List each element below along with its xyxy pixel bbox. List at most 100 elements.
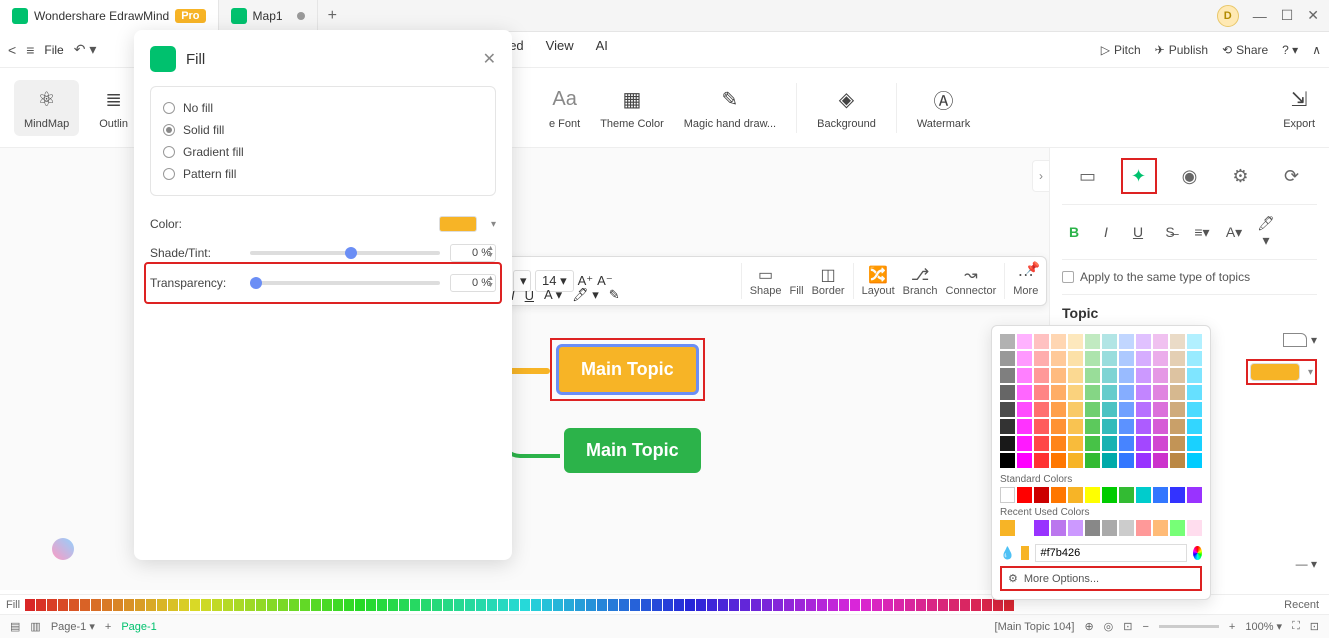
clear-format-icon[interactable]: ✎ — [609, 287, 620, 303]
fill-color-button[interactable] — [1250, 363, 1300, 381]
highlight-icon-2[interactable]: 🖊▾ — [1254, 215, 1278, 249]
more-options-button[interactable]: ⚙ More Options... — [1000, 566, 1202, 591]
title-bar: Wondershare EdrawMind Pro Map1 + D — ☐ ✕ — [0, 0, 1329, 32]
main-topic-1[interactable]: Main Topic — [556, 344, 699, 395]
color-dropdown-icon[interactable]: ▾ — [491, 219, 496, 230]
back-icon[interactable]: < — [8, 42, 16, 58]
status-icon-2[interactable]: ◎ — [1104, 620, 1114, 633]
fill-button[interactable]: Fill — [790, 265, 804, 297]
bold-icon[interactable]: B — [1062, 224, 1086, 240]
main-topic-2[interactable]: Main Topic — [564, 428, 701, 473]
fill-popup-logo-icon — [150, 46, 176, 72]
transparency-slider[interactable] — [250, 281, 440, 285]
apply-same-type-checkbox[interactable]: Apply to the same type of topics — [1062, 260, 1317, 295]
standard-color-row[interactable] — [1000, 487, 1202, 503]
watermark-button[interactable]: ⒶWatermark — [917, 86, 970, 130]
file-menu[interactable]: File — [44, 43, 63, 57]
corner-select[interactable]: ▾ — [1283, 333, 1317, 347]
underline-icon[interactable]: U — [525, 288, 534, 303]
zoom-out-icon[interactable]: − — [1142, 621, 1148, 633]
fill-popup-close-icon[interactable]: ✕ — [483, 49, 496, 69]
theme-color-grid[interactable] — [1000, 334, 1202, 468]
recent-color-row[interactable] — [1000, 520, 1202, 536]
font-color-icon[interactable]: A ▾ — [544, 287, 562, 303]
radio-no-fill[interactable]: No fill — [163, 97, 483, 119]
zoom-value[interactable]: 100% ▾ — [1245, 620, 1282, 633]
underline-icon-2[interactable]: U — [1126, 224, 1150, 240]
color-wheel-icon[interactable] — [1193, 546, 1202, 560]
standard-colors-label: Standard Colors — [1000, 474, 1202, 485]
mindmap-button[interactable]: ⚛MindMap — [14, 80, 79, 136]
page-tab-1[interactable]: Page-1 — [121, 621, 156, 633]
rp-tab-settings-icon[interactable]: ⚙ — [1223, 158, 1259, 194]
color-row: Color: ▾ — [150, 210, 496, 238]
fullscreen-icon[interactable]: ⛶ — [1292, 620, 1300, 633]
fill-color-dropdown-icon[interactable]: ▾ — [1308, 367, 1313, 378]
rp-tab-tag-icon[interactable]: ◉ — [1172, 158, 1208, 194]
text-format-row: B I U S̶ ≡▾ A▾ 🖊▾ — [1062, 205, 1317, 260]
radio-solid-fill[interactable]: Solid fill — [163, 119, 483, 141]
eyedropper-icon[interactable]: 💧 — [1000, 546, 1015, 560]
rp-tab-history-icon[interactable]: ⟳ — [1274, 158, 1310, 194]
file-logo-icon — [231, 8, 247, 24]
shade-slider[interactable] — [250, 251, 440, 255]
strike-icon[interactable]: S̶ — [1158, 224, 1182, 240]
fit-icon[interactable]: ⊡ — [1310, 620, 1319, 633]
file-tab-label: Map1 — [253, 9, 283, 23]
hex-input[interactable] — [1035, 544, 1187, 562]
radio-gradient-fill[interactable]: Gradient fill — [163, 141, 483, 163]
font-color-icon-2[interactable]: A▾ — [1222, 224, 1246, 241]
view-mode-icon[interactable]: ▤ — [10, 620, 20, 633]
transparency-value-input[interactable]: 0 %▲▼ — [450, 274, 496, 292]
undo-icon[interactable]: ↶ ▾ — [74, 41, 97, 58]
shade-value-input[interactable]: 0 %▲▼ — [450, 244, 496, 262]
status-icon-3[interactable]: ⊡ — [1123, 620, 1132, 633]
menu-icon[interactable]: ≡ — [26, 42, 34, 58]
share-button[interactable]: ⟲ Share — [1222, 43, 1268, 57]
pitch-button[interactable]: ▷ Pitch — [1101, 43, 1141, 57]
color-strip-swatches[interactable] — [25, 599, 1014, 611]
background-button[interactable]: ◈Background — [817, 86, 876, 130]
user-avatar[interactable]: D — [1217, 5, 1239, 27]
layout-mode-icon[interactable]: ▥ — [30, 620, 40, 633]
collapse-panel-button[interactable]: › — [1032, 160, 1050, 192]
align-icon[interactable]: ≡▾ — [1190, 224, 1214, 241]
zoom-in-icon[interactable]: + — [1229, 621, 1235, 633]
pin-icon[interactable]: 📌 — [1025, 261, 1040, 275]
minimize-button[interactable]: — — [1253, 8, 1267, 24]
status-icon-1[interactable]: ⊕ — [1084, 620, 1093, 633]
rp-tab-shape-icon[interactable]: ▭ — [1070, 158, 1106, 194]
shape-button[interactable]: ▭Shape — [750, 265, 782, 297]
radio-pattern-fill[interactable]: Pattern fill — [163, 163, 483, 185]
italic-icon-2[interactable]: I — [1094, 224, 1118, 240]
transparency-row: Transparency: 0 %▲▼ — [150, 268, 496, 298]
publish-button[interactable]: ✈ Publish — [1155, 43, 1208, 57]
add-tab-button[interactable]: + — [318, 7, 347, 25]
menu-view[interactable]: View — [546, 38, 574, 61]
highlight-icon[interactable]: 🖊 ▾ — [572, 287, 599, 303]
export-button[interactable]: ⇲Export — [1283, 86, 1315, 130]
dashes-select[interactable]: — ▾ — [1296, 557, 1317, 571]
magic-hand-button[interactable]: ✎Magic hand draw... — [684, 86, 776, 130]
file-tab[interactable]: Map1 — [219, 0, 318, 32]
add-page-button[interactable]: + — [105, 621, 111, 633]
page-select[interactable]: Page-1 ▾ — [51, 620, 95, 633]
theme-color-button[interactable]: ▦Theme Color — [600, 86, 664, 130]
theme-font-button[interactable]: Aae Font — [549, 86, 580, 130]
outline-button[interactable]: ≣Outlin — [99, 86, 128, 130]
zoom-slider[interactable] — [1159, 625, 1219, 628]
help-icon[interactable]: ? ▾ — [1282, 43, 1298, 57]
overflow-icon[interactable]: ∧ — [1312, 43, 1321, 57]
fill-popup: Fill ✕ No fill Solid fill Gradient fill … — [134, 30, 512, 560]
branch-button[interactable]: ⎇Branch — [903, 265, 938, 297]
menu-ai[interactable]: AI — [596, 38, 608, 61]
border-button[interactable]: ◫Border — [812, 265, 845, 297]
connector-button[interactable]: ↝Connector — [946, 265, 997, 297]
layout-button[interactable]: 🔀Layout — [862, 265, 895, 297]
app-name: Wondershare EdrawMind — [34, 9, 169, 23]
color-swatch-button[interactable] — [439, 216, 477, 232]
close-button[interactable]: ✕ — [1307, 7, 1319, 24]
pro-badge: Pro — [175, 9, 205, 23]
maximize-button[interactable]: ☐ — [1281, 7, 1294, 24]
rp-tab-style-icon[interactable]: ✦ — [1121, 158, 1157, 194]
